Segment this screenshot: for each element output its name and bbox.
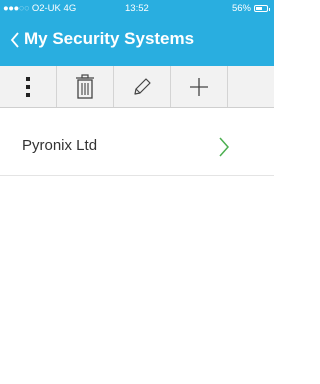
edit-button[interactable]: [114, 66, 170, 107]
carrier-info: ●●●○○ O2-UK 4G: [3, 3, 76, 14]
plus-icon: [190, 77, 208, 96]
list-item[interactable]: Pyronix Ltd: [0, 118, 274, 176]
toolbar-divider: [227, 66, 228, 107]
network-type: 4G: [63, 3, 77, 14]
status-time: 13:52: [125, 3, 149, 14]
trash-icon: [76, 73, 94, 99]
more-vertical-icon: [26, 76, 30, 97]
pencil-icon: [134, 77, 151, 95]
carrier-name: O2-UK: [31, 3, 61, 14]
battery-indicator: 56%: [231, 3, 270, 14]
app-header: ●●●○○ O2-UK 4G 13:52 56% My Security Sys…: [0, 0, 274, 66]
battery-icon: [254, 5, 270, 12]
back-button[interactable]: My Security Systems: [0, 18, 274, 66]
chevron-left-icon: [10, 32, 19, 48]
delete-button[interactable]: [57, 66, 113, 107]
signal-strength-icon: ●●●○○: [3, 3, 30, 14]
system-name: Pyronix Ltd: [22, 137, 98, 154]
more-options-button[interactable]: [0, 66, 56, 107]
status-bar: ●●●○○ O2-UK 4G 13:52 56%: [0, 0, 274, 18]
chevron-right-icon: [219, 137, 230, 157]
toolbar: [0, 66, 274, 108]
battery-percent: 56%: [231, 3, 251, 14]
page-title: My Security Systems: [24, 29, 195, 48]
add-button[interactable]: [171, 66, 227, 107]
